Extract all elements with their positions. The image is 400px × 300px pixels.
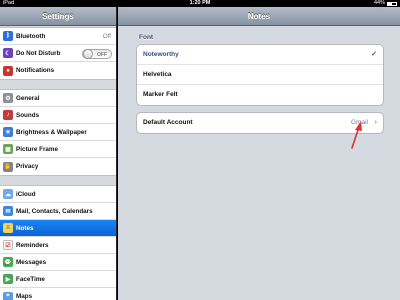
- sidebar-item-label: Maps: [16, 293, 33, 300]
- sidebar-item-picture-frame[interactable]: ▣ Picture Frame: [0, 141, 116, 158]
- sidebar-item-do-not-disturb[interactable]: ☾ Do Not Disturb OFF: [0, 45, 116, 62]
- sidebar-item-facetime[interactable]: ▶ FaceTime: [0, 271, 116, 288]
- settings-sidebar: Settings ᛒ Bluetooth Off ☾ Do Not Distur…: [0, 7, 117, 300]
- sidebar-item-label: Notes: [16, 224, 34, 232]
- sidebar-item-label: Mail, Contacts, Calendars: [16, 207, 93, 215]
- speaker-icon: ♪: [3, 110, 13, 120]
- sidebar-item-notes[interactable]: ≡ Notes: [0, 220, 116, 237]
- sidebar-item-label: FaceTime: [16, 275, 45, 283]
- default-account-list: Default Account Gmail ›: [136, 112, 384, 134]
- sidebar-item-label: General: [16, 94, 40, 102]
- notes-icon: ≡: [3, 223, 13, 233]
- font-list: Noteworthy ✓ Helvetica Marker Felt: [136, 44, 384, 106]
- clock: 1:20 PM: [189, 0, 211, 6]
- sidebar-item-mail-contacts-calendars[interactable]: ✉ Mail, Contacts, Calendars: [0, 203, 116, 220]
- sidebar-item-label: Messages: [16, 258, 47, 266]
- status-bar: iPad 1:20 PM 44%: [0, 0, 400, 7]
- sidebar-item-label: Reminders: [16, 241, 49, 249]
- sidebar-item-notifications[interactable]: ● Notifications: [0, 62, 116, 79]
- notes-settings-pane: Notes Font Noteworthy ✓ Helvetica Marker…: [118, 7, 400, 300]
- picture-frame-icon: ▣: [3, 144, 13, 154]
- bluetooth-icon: ᛒ: [3, 31, 13, 41]
- hand-icon: ✋: [3, 161, 13, 172]
- sidebar-item-label: iCloud: [16, 190, 36, 198]
- sidebar-item-label: Do Not Disturb: [16, 49, 61, 57]
- brightness-icon: ☀: [3, 127, 13, 137]
- page-title: Notes: [118, 7, 400, 26]
- bluetooth-status: Off: [102, 32, 111, 40]
- sidebar-item-bluetooth[interactable]: ᛒ Bluetooth Off: [0, 28, 116, 45]
- sidebar-item-privacy[interactable]: ✋ Privacy: [0, 158, 116, 175]
- sidebar-group-apps: ☁ iCloud ✉ Mail, Contacts, Calendars ≡ N…: [0, 185, 116, 300]
- sidebar-item-sounds[interactable]: ♪ Sounds: [0, 107, 116, 124]
- battery-percent: 44%: [373, 0, 385, 6]
- status-right: 44%: [374, 0, 397, 7]
- font-option-label: Noteworthy: [143, 51, 179, 58]
- sidebar-item-label: Notifications: [16, 67, 55, 74]
- sidebar-group-connectivity: ᛒ Bluetooth Off ☾ Do Not Disturb OFF ● N…: [0, 27, 116, 80]
- default-account-label: Default Account: [143, 119, 193, 126]
- sidebar-group-system: ⚙ General ♪ Sounds ☀ Brightness & Wallpa…: [0, 89, 116, 176]
- sidebar-item-brightness-wallpaper[interactable]: ☀ Brightness & Wallpaper: [0, 124, 116, 141]
- font-option-label: Helvetica: [143, 71, 172, 78]
- sidebar-item-messages[interactable]: 💬 Messages: [0, 254, 116, 271]
- font-option-label: Marker Felt: [143, 91, 178, 98]
- sidebar-item-maps[interactable]: ⌖ Maps: [0, 288, 116, 300]
- moon-icon: ☾: [3, 48, 13, 58]
- default-account-row[interactable]: Default Account Gmail ›: [137, 113, 383, 133]
- facetime-icon: ▶: [3, 274, 13, 284]
- reminders-icon: ☑: [3, 240, 13, 250]
- checkmark-icon: ✓: [371, 51, 377, 58]
- battery-icon: [387, 1, 397, 6]
- sidebar-item-general[interactable]: ⚙ General: [0, 90, 116, 107]
- sidebar-title: Settings: [0, 7, 116, 26]
- sidebar-item-label: Brightness & Wallpaper: [16, 128, 87, 136]
- do-not-disturb-toggle[interactable]: OFF: [82, 49, 112, 59]
- sidebar-item-label: Privacy: [16, 163, 39, 170]
- font-option-noteworthy[interactable]: Noteworthy ✓: [137, 45, 383, 65]
- cloud-icon: ☁: [3, 189, 13, 199]
- messages-icon: 💬: [3, 257, 13, 267]
- toggle-knob: [83, 49, 93, 59]
- font-option-helvetica[interactable]: Helvetica: [137, 65, 383, 85]
- toggle-state: OFF: [97, 51, 107, 58]
- sidebar-item-label: Bluetooth: [16, 32, 46, 40]
- gear-icon: ⚙: [3, 93, 13, 103]
- notifications-icon: ●: [3, 65, 13, 76]
- maps-icon: ⌖: [3, 291, 13, 300]
- chevron-right-icon: ›: [374, 119, 377, 126]
- default-account-value: Gmail: [351, 119, 368, 126]
- sidebar-item-icloud[interactable]: ☁ iCloud: [0, 186, 116, 203]
- mail-icon: ✉: [3, 206, 13, 216]
- font-option-marker-felt[interactable]: Marker Felt: [137, 85, 383, 105]
- sidebar-item-reminders[interactable]: ☑ Reminders: [0, 237, 116, 254]
- sidebar-item-label: Picture Frame: [16, 145, 58, 153]
- font-section-label: Font: [139, 34, 154, 41]
- sidebar-item-label: Sounds: [16, 111, 40, 119]
